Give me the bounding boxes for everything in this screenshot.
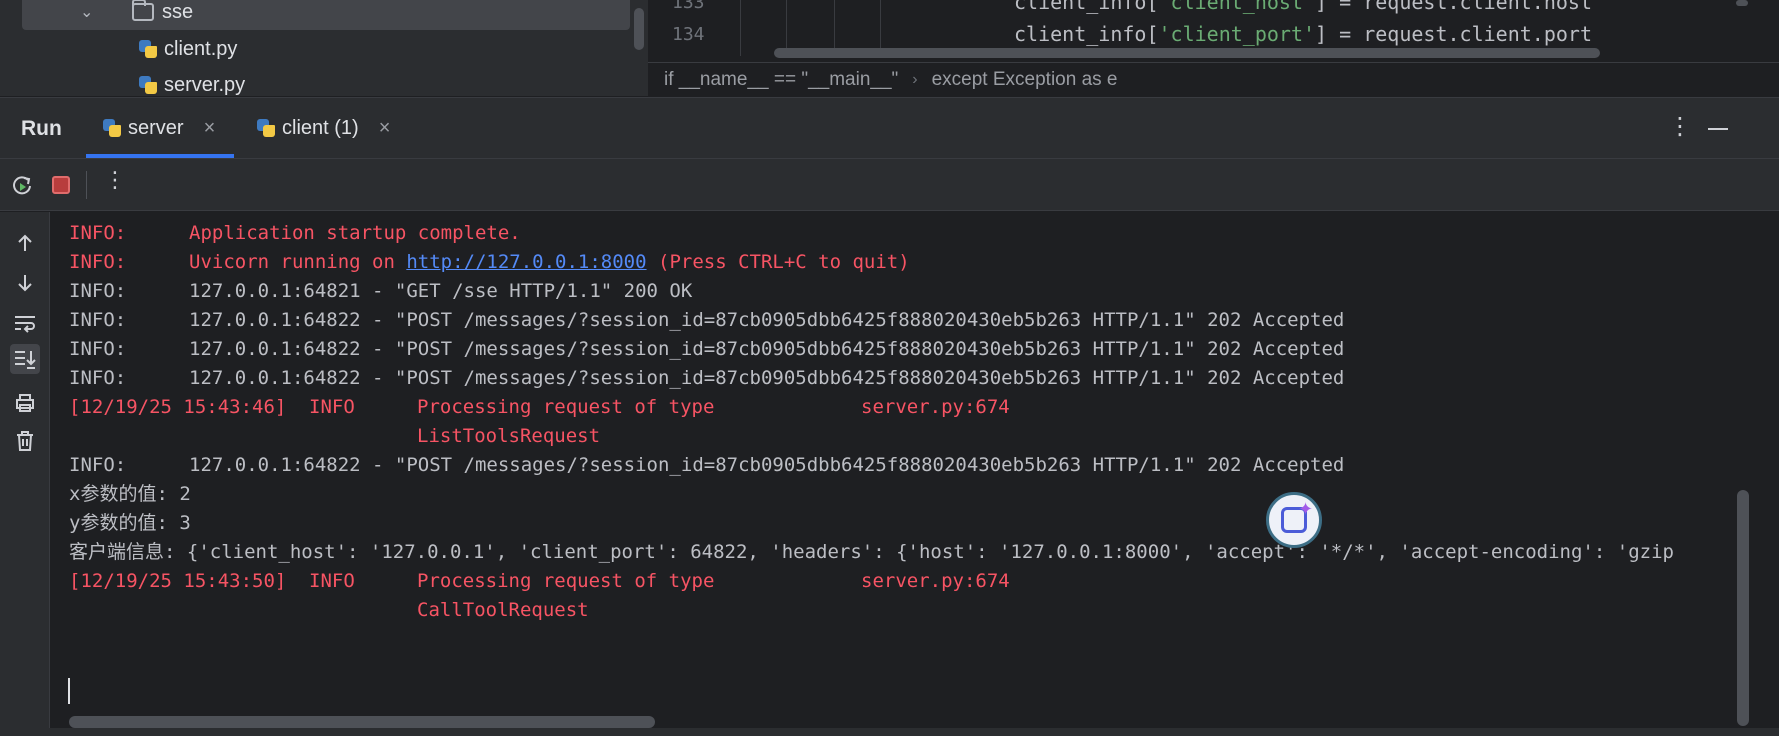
log-message: 127.0.0.1:64822 - "POST /messages/?sessi… — [189, 309, 1345, 331]
log-timestamp: [12/19/25 15:43:46] — [69, 396, 287, 418]
chevron-right-icon: › — [912, 70, 918, 88]
code-editor[interactable]: 133 client_info['client_host'] = request… — [648, 0, 1779, 96]
more-vertical-icon[interactable]: ⋮ — [104, 167, 126, 193]
scroll-to-end-icon[interactable] — [10, 344, 40, 374]
log-message: x参数的值: 2 — [69, 483, 191, 505]
python-file-icon — [138, 39, 158, 59]
log-message: ListToolsRequest — [417, 425, 601, 447]
editor-vertical-scrollbar[interactable] — [1736, 0, 1748, 6]
gutter-divider — [740, 0, 741, 56]
run-title: Run — [21, 117, 62, 140]
console-output[interactable]: INFO: Application startup complete. INFO: U… — [51, 212, 1779, 736]
log-message: 127.0.0.1:64821 - "GET /sse HTTP/1.1" 20… — [189, 280, 693, 302]
arrow-up-icon[interactable] — [10, 228, 40, 258]
folder-icon — [132, 0, 154, 21]
arrow-down-icon[interactable] — [10, 268, 40, 298]
server-url-link[interactable]: http://127.0.0.1:8000 — [406, 251, 646, 273]
run-tool-window-header: Run server × client (1) × ⋮ — [0, 97, 1779, 159]
log-message: Uvicorn running on http://127.0.0.1:8000… — [189, 247, 910, 277]
log-message: CallToolRequest — [417, 599, 589, 621]
toolbar-divider — [86, 171, 87, 199]
log-message: 客户端信息: {'client_host': '127.0.0.1', 'cli… — [69, 541, 1674, 563]
stop-icon[interactable] — [52, 176, 70, 194]
log-message: Processing request of type — [417, 570, 715, 592]
editor-horizontal-scrollbar[interactable] — [774, 48, 1600, 58]
log-level: INFO: — [69, 338, 127, 360]
python-file-icon — [138, 75, 158, 95]
chevron-down-icon[interactable]: ⌄ — [80, 2, 93, 22]
project-tree: ⌄ sse client.py server.py — [0, 0, 646, 96]
log-message: 127.0.0.1:64822 - "POST /messages/?sessi… — [189, 338, 1345, 360]
breadcrumb: if __name__ == "__main__" › except Excep… — [648, 62, 1779, 96]
soft-wrap-icon[interactable] — [10, 308, 40, 338]
console-vertical-scrollbar[interactable] — [1737, 490, 1749, 726]
code-line[interactable]: client_info['client_port'] = request.cli… — [1014, 22, 1592, 46]
run-toolbar: ⋮ — [0, 159, 1779, 211]
tree-file-client[interactable]: client.py — [138, 31, 237, 67]
minimize-icon[interactable] — [1708, 128, 1728, 130]
log-message: Processing request of type — [417, 396, 715, 418]
tab-client-1[interactable]: client (1) × — [246, 98, 396, 158]
log-level: INFO: — [69, 251, 127, 273]
close-icon[interactable]: × — [204, 117, 216, 140]
trash-icon[interactable] — [10, 426, 40, 456]
line-number: 134 — [672, 24, 705, 45]
tab-label: server — [128, 116, 184, 139]
rerun-icon[interactable] — [10, 173, 34, 197]
console-side-toolbar — [0, 212, 50, 736]
tree-file-label: client.py — [164, 37, 238, 60]
breadcrumb-item[interactable]: except Exception as e — [932, 69, 1118, 91]
log-message: 127.0.0.1:64822 - "POST /messages/?sessi… — [189, 454, 1345, 476]
console-line: x参数的值: 2 — [69, 479, 191, 509]
log-level: INFO: — [69, 367, 127, 389]
code-line[interactable]: client_info['client_host'] = request.cli… — [1014, 0, 1592, 14]
log-source-link[interactable]: server.py:674 — [861, 392, 1010, 422]
console-line: y参数的值: 3 — [69, 508, 191, 538]
project-scrollbar[interactable] — [634, 8, 644, 50]
ai-assistant-icon: ✦ — [1281, 500, 1313, 533]
close-icon[interactable]: × — [379, 117, 391, 140]
top-area: ⌄ sse client.py server.py 133 client_inf… — [0, 0, 1779, 96]
log-level: INFO: — [69, 454, 127, 476]
console-line: 客户端信息: {'client_host': '127.0.0.1', 'cli… — [69, 537, 1674, 567]
print-icon[interactable] — [10, 388, 40, 418]
tree-folder-sse[interactable]: ⌄ sse — [22, 0, 630, 30]
status-bar — [0, 728, 1779, 736]
log-level: INFO — [309, 570, 355, 592]
tab-server[interactable]: server × — [86, 98, 234, 158]
python-run-icon — [256, 118, 276, 138]
text-caret — [68, 678, 70, 704]
log-text: (Press CTRL+C to quit) — [646, 251, 910, 273]
console-horizontal-scrollbar[interactable] — [69, 716, 655, 728]
tree-file-label: server.py — [164, 73, 246, 96]
log-timestamp: [12/19/25 15:43:50] — [69, 570, 287, 592]
log-level: INFO: — [69, 309, 127, 331]
log-message: y参数的值: 3 — [69, 512, 191, 534]
breadcrumb-item[interactable]: if __name__ == "__main__" — [664, 69, 898, 91]
python-run-icon — [102, 118, 122, 138]
more-vertical-icon[interactable]: ⋮ — [1668, 112, 1692, 141]
line-number: 133 — [672, 0, 705, 13]
log-source-link[interactable]: server.py:674 — [861, 566, 1010, 596]
tab-label: client (1) — [282, 116, 359, 139]
log-message: 127.0.0.1:64822 - "POST /messages/?sessi… — [189, 367, 1345, 389]
ai-assistant-button[interactable]: ✦ — [1266, 492, 1322, 548]
tree-folder-label: sse — [162, 0, 194, 23]
log-text: Uvicorn running on — [189, 251, 407, 273]
log-level: INFO: — [69, 280, 127, 302]
log-message: Application startup complete. — [189, 222, 521, 244]
log-level: INFO — [309, 396, 355, 418]
log-level: INFO: — [69, 222, 127, 244]
